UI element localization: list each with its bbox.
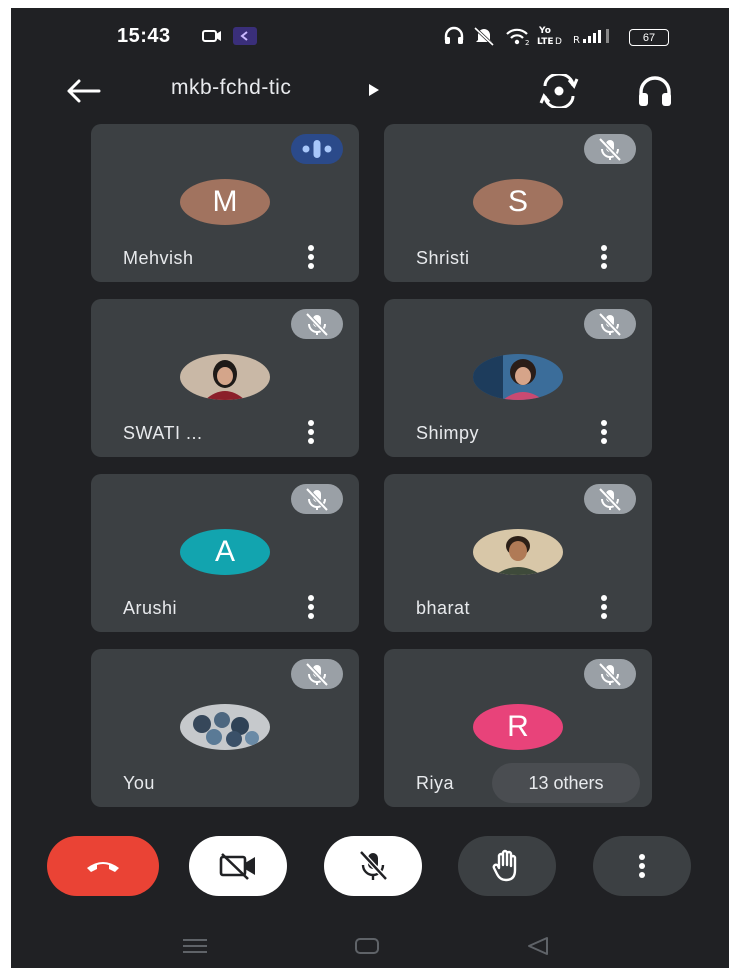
headset-status-icon — [444, 26, 464, 44]
muted-badge — [291, 659, 343, 689]
participant-tile-shristi[interactable]: S Shristi — [384, 124, 652, 282]
back-nav-icon[interactable] — [525, 935, 551, 957]
more-options-button[interactable] — [593, 836, 691, 896]
expand-triangle-icon[interactable] — [367, 82, 381, 98]
profile-photo — [180, 704, 270, 750]
switch-camera-icon[interactable] — [537, 74, 581, 108]
participant-tile-swati[interactable]: SWATI ... — [91, 299, 359, 457]
participant-tile-arushi[interactable]: A Arushi — [91, 474, 359, 632]
camera-toggle-button[interactable] — [189, 836, 287, 896]
participant-tile-mehvish[interactable]: M Mehvish — [91, 124, 359, 282]
more-options-icon[interactable] — [301, 417, 321, 447]
participant-name: SWATI ... — [123, 423, 203, 443]
participant-name: Riya — [416, 773, 455, 793]
participant-name: Shristi — [416, 248, 470, 268]
raise-hand-button[interactable] — [458, 836, 556, 896]
participant-tile-you[interactable]: You — [91, 649, 359, 807]
svg-text:Yo: Yo — [538, 26, 551, 36]
mute-notifications-icon — [473, 26, 495, 46]
others-chip[interactable]: 13 others — [492, 763, 640, 803]
avatar: A — [180, 529, 270, 575]
back-arrow-icon[interactable] — [65, 78, 101, 104]
more-options-icon[interactable] — [594, 417, 614, 447]
profile-photo — [180, 354, 270, 400]
wifi-icon: 2 — [506, 28, 529, 46]
more-options-icon[interactable] — [594, 592, 614, 622]
profile-photo — [473, 529, 563, 575]
mic-off-icon — [598, 487, 622, 512]
avatar-photo — [180, 354, 270, 400]
muted-badge — [584, 484, 636, 514]
svg-text:2: 2 — [525, 39, 529, 46]
audio-output-headset-icon[interactable] — [635, 76, 675, 108]
mic-off-icon — [305, 487, 329, 512]
muted-badge — [584, 659, 636, 689]
more-vert-icon — [639, 854, 645, 878]
participant-name: Arushi — [123, 598, 178, 618]
mic-off-icon — [305, 662, 329, 687]
mic-off-icon — [598, 312, 622, 337]
meet-screen: 15:43 2 Yo LTE D R 67 mkb-fchd-tic M Meh… — [11, 8, 729, 968]
more-options-icon[interactable] — [594, 242, 614, 272]
participant-tile-bharat[interactable]: bharat — [384, 474, 652, 632]
participant-tile-shimpy[interactable]: Shimpy — [384, 299, 652, 457]
mic-toggle-button[interactable] — [324, 836, 422, 896]
status-time: 15:43 — [117, 25, 171, 47]
participant-name: Shimpy — [416, 423, 480, 443]
avatar: R — [473, 704, 563, 750]
mic-off-icon — [305, 312, 329, 337]
participant-name: Mehvish — [123, 248, 194, 268]
profile-photo — [473, 354, 563, 400]
signal-strength-icon: R — [573, 29, 609, 46]
speaking-indicator — [291, 134, 343, 164]
more-options-icon[interactable] — [301, 592, 321, 622]
battery-indicator: 67 — [629, 29, 669, 46]
muted-badge — [584, 309, 636, 339]
mic-off-icon — [598, 662, 622, 687]
video-off-icon — [219, 853, 255, 880]
volte-icon: Yo LTE D — [537, 26, 562, 46]
more-options-icon[interactable] — [301, 242, 321, 272]
avatar-photo — [473, 529, 563, 575]
screen-record-icon — [202, 30, 221, 42]
status-bar: 15:43 2 Yo LTE D R 67 — [11, 8, 729, 54]
mic-off-icon — [598, 137, 622, 162]
raise-hand-icon — [492, 849, 517, 882]
svg-text:D: D — [555, 37, 562, 46]
end-call-button[interactable] — [47, 836, 159, 896]
home-icon[interactable] — [354, 936, 380, 956]
participant-name: bharat — [416, 598, 471, 618]
mic-off-icon — [359, 850, 388, 881]
svg-text:R: R — [573, 35, 580, 46]
avatar: S — [473, 179, 563, 225]
muted-badge — [584, 134, 636, 164]
participant-tile-riya[interactable]: R Riya 13 others — [384, 649, 652, 807]
muted-badge — [291, 309, 343, 339]
system-nav-bar — [11, 914, 729, 968]
recent-apps-icon[interactable] — [181, 936, 209, 956]
avatar: M — [180, 179, 270, 225]
avatar-photo — [180, 704, 270, 750]
meeting-code[interactable]: mkb-fchd-tic — [171, 76, 291, 100]
audio-level-icon — [302, 140, 332, 158]
muted-badge — [291, 484, 343, 514]
hang-up-icon — [87, 862, 119, 872]
participant-name: You — [123, 773, 155, 793]
avatar-photo — [473, 354, 563, 400]
svg-text:LTE: LTE — [537, 37, 554, 46]
app-notification-icon — [233, 27, 257, 45]
meeting-top-bar: mkb-fchd-tic — [11, 66, 729, 114]
